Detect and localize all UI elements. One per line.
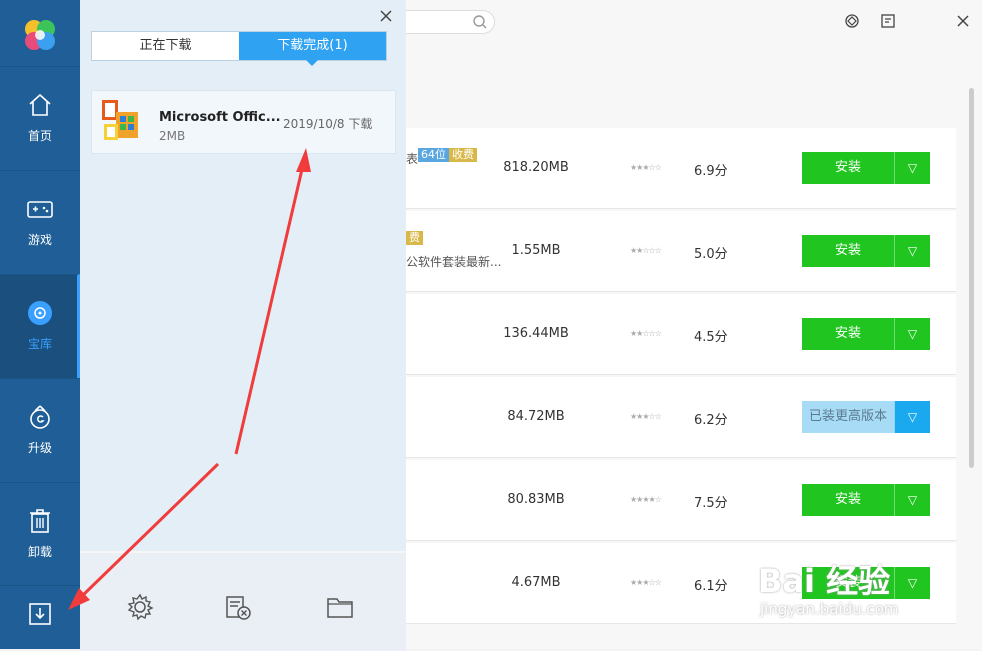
install-dropdown[interactable]: ▽ [894, 401, 930, 433]
rating-stars: ★★★☆☆ [630, 578, 662, 587]
app-row: 136.44MB ★★☆☆☆ 4.5分 安装 ▽ [406, 294, 956, 375]
feedback-icon [881, 14, 895, 28]
sidebar-item-library[interactable]: 宝库 [0, 274, 80, 378]
install-button[interactable]: 安装 [802, 152, 894, 184]
chevron-down-icon: ▽ [907, 244, 918, 258]
download-item-size: 2MB [159, 129, 186, 143]
chevron-down-icon: ▽ [907, 327, 918, 341]
tag-64bit: 64位 [418, 148, 449, 162]
download-panel: 正在下载 下载完成(1) Microsoft Offic... 2MB 2019… [80, 0, 406, 651]
tab-completed[interactable]: 下载完成(1) [239, 32, 386, 60]
app-desc: 表 [406, 152, 419, 166]
install-button[interactable]: 安装 [802, 235, 894, 267]
folder-icon[interactable] [326, 593, 354, 621]
download-tabs: 正在下载 下载完成(1) [91, 31, 387, 61]
app-logo [25, 20, 55, 50]
sidebar-item-upgrade[interactable]: 升级 [0, 378, 80, 482]
app-score: 6.2分 [694, 413, 728, 428]
app-row: 费 公软件套装最新... 1.55MB ★★☆☆☆ 5.0分 安装 ▽ [406, 211, 956, 292]
installed-newer-button[interactable]: 已装更高版本 [802, 401, 894, 433]
app-row: 84.72MB ★★★☆☆ 6.2分 已装更高版本 ▽ [406, 377, 956, 458]
rating-stars: ★★★★☆ [630, 495, 662, 504]
sidebar-item-home[interactable]: 首页 [0, 66, 80, 170]
sidebar-item-label: 卸载 [27, 545, 52, 559]
tag-paid: 收费 [449, 148, 477, 162]
install-button[interactable]: 安装 [802, 484, 894, 516]
install-dropdown[interactable]: ▽ [894, 152, 930, 184]
watermark: Bai 经验 jingyan.baidu.com [752, 556, 977, 626]
main-window: 表 64位 收费 818.20MB ★★★☆☆ 6.9分 安装 ▽ 费 公软件套… [406, 0, 982, 649]
install-dropdown[interactable]: ▽ [894, 484, 930, 516]
active-tab-pointer [306, 60, 318, 66]
scrollbar[interactable] [969, 88, 974, 468]
sidebar-item-games[interactable]: 游戏 [0, 170, 80, 274]
close-icon [380, 10, 392, 22]
sidebar-item-label: 宝库 [27, 337, 52, 351]
search-icon[interactable] [472, 14, 488, 30]
trash-icon [30, 509, 50, 533]
app-desc: 公软件套装最新... [406, 255, 502, 269]
chevron-down-icon: ▽ [907, 410, 918, 424]
watermark-url: jingyan.baidu.com [760, 600, 899, 618]
tag-paid: 费 [406, 231, 423, 245]
download-item-name: Microsoft Offic... [159, 110, 281, 125]
settings-icon[interactable] [126, 593, 154, 621]
tab-downloading[interactable]: 正在下载 [92, 32, 239, 60]
app-size: 4.67MB [511, 575, 561, 590]
app-size: 84.72MB [507, 409, 565, 424]
skin-button[interactable] [841, 10, 863, 32]
install-dropdown[interactable]: ▽ [894, 235, 930, 267]
sidebar: 首页 游戏 宝库 升级 卸载 [0, 0, 80, 649]
office-app-icon [102, 100, 138, 140]
watermark-brand: Bai 经验 [758, 562, 891, 600]
app-size: 136.44MB [503, 326, 569, 341]
chevron-down-icon: ▽ [907, 161, 918, 175]
download-item-date: 2019/10/8 下载 [283, 117, 373, 131]
app-row: 80.83MB ★★★★☆ 7.5分 安装 ▽ [406, 460, 956, 541]
app-score: 5.0分 [694, 247, 728, 262]
disc-icon [28, 301, 52, 325]
app-size: 818.20MB [503, 160, 569, 175]
install-button[interactable]: 安装 [802, 318, 894, 350]
sidebar-item-label: 首页 [27, 129, 52, 143]
app-score: 6.1分 [694, 579, 728, 594]
app-size: 80.83MB [507, 492, 565, 507]
app-row: 表 64位 收费 818.20MB ★★★☆☆ 6.9分 安装 ▽ [406, 128, 956, 209]
close-icon [957, 15, 969, 27]
app-size: 1.55MB [511, 243, 561, 258]
close-window-button[interactable] [952, 10, 974, 32]
download-item[interactable]: Microsoft Offic... 2MB 2019/10/8 下载 [91, 90, 396, 154]
search-box[interactable] [406, 10, 495, 34]
upgrade-icon [30, 405, 50, 429]
panel-footer [80, 551, 406, 651]
install-dropdown[interactable]: ▽ [894, 318, 930, 350]
rating-stars: ★★★☆☆ [630, 412, 662, 421]
rating-stars: ★★☆☆☆ [630, 329, 662, 338]
sidebar-item-label: 游戏 [27, 233, 52, 247]
app-score: 6.9分 [694, 164, 728, 179]
panel-close-button[interactable] [376, 6, 396, 26]
download-icon [29, 603, 51, 625]
download-manager-button[interactable] [0, 585, 80, 650]
sidebar-item-label: 升级 [27, 441, 52, 455]
gamepad-icon [27, 201, 53, 218]
app-score: 7.5分 [694, 496, 728, 511]
clear-list-icon[interactable] [224, 593, 252, 621]
app-score: 4.5分 [694, 330, 728, 345]
feedback-button[interactable] [877, 10, 899, 32]
sidebar-item-uninstall[interactable]: 卸载 [0, 482, 80, 586]
skin-icon [845, 14, 859, 28]
rating-stars: ★★★☆☆ [630, 163, 662, 172]
rating-stars: ★★☆☆☆ [630, 246, 662, 255]
chevron-down-icon: ▽ [907, 493, 918, 507]
home-icon [29, 93, 51, 116]
